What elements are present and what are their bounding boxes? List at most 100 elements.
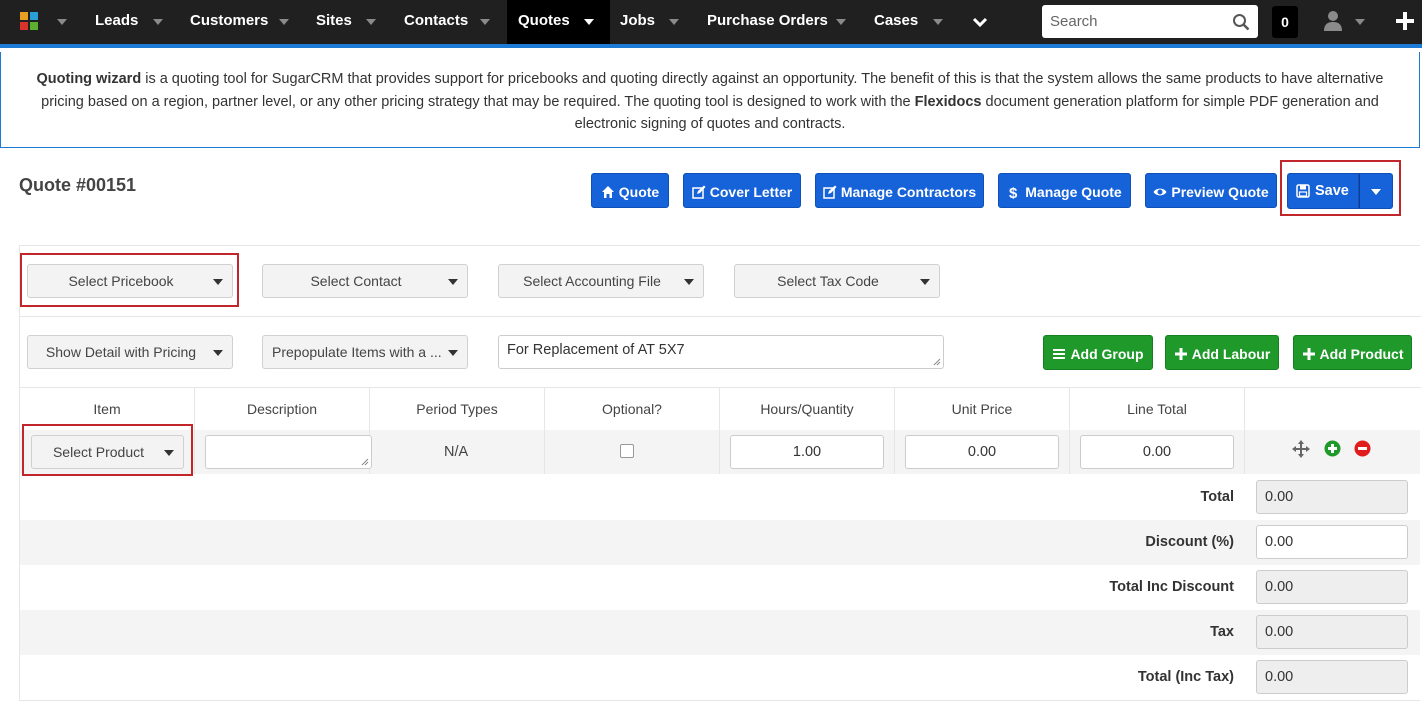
total-label: Total	[1200, 489, 1234, 505]
cover-letter-button[interactable]: Cover Letter	[683, 173, 801, 208]
line-total-input[interactable]: 0.00	[1080, 435, 1234, 469]
description-input[interactable]	[205, 435, 372, 469]
select-value: Select Accounting File	[523, 273, 661, 289]
search-input[interactable]	[1042, 5, 1226, 38]
notification-count-badge[interactable]: 0	[1272, 6, 1298, 38]
chevron-down-icon	[684, 279, 694, 285]
user-avatar-icon[interactable]	[1323, 10, 1343, 32]
resize-handle-icon[interactable]	[933, 358, 941, 366]
info-bold-product: Quoting wizard	[36, 71, 142, 87]
manage-quote-button[interactable]: $ Manage Quote	[998, 173, 1131, 208]
notes-value: For Replacement of AT 5X7	[507, 342, 685, 358]
chevron-down-icon	[213, 350, 223, 356]
quantity-input[interactable]: 1.00	[730, 435, 884, 469]
eye-icon	[1153, 188, 1167, 196]
add-group-button[interactable]: Add Group	[1043, 335, 1153, 370]
nav-item-sites[interactable]: Sites	[302, 0, 390, 44]
totals-row-discount: Discount (%) 0.00	[20, 520, 1420, 565]
svg-text:$: $	[1009, 185, 1018, 199]
plus-icon[interactable]	[1395, 11, 1415, 31]
nav-item-label: Purchase Orders	[707, 12, 828, 29]
total-inc-discount-value: 0.00	[1256, 570, 1408, 604]
add-row-icon[interactable]	[1324, 440, 1341, 457]
nav-item-leads[interactable]: Leads	[80, 0, 170, 44]
page-title: Quote #00151	[19, 175, 137, 195]
nav-item-customers[interactable]: Customers	[175, 0, 300, 44]
plus-icon	[1302, 348, 1315, 361]
total-inc-discount-label: Total Inc Discount	[1109, 579, 1234, 595]
quote-button[interactable]: Quote	[591, 173, 669, 208]
button-label: Quote	[618, 183, 660, 200]
tax-code-select[interactable]: Select Tax Code	[734, 264, 940, 298]
chevron-down-icon[interactable]	[836, 19, 846, 25]
prepopulate-select[interactable]: Prepopulate Items with a ...	[262, 335, 468, 369]
app-logo-icon[interactable]	[18, 10, 46, 34]
nav-item-label: Contacts	[404, 12, 469, 29]
nav-item-label: Sites	[316, 12, 352, 29]
column-divider	[719, 388, 720, 474]
highlight-save	[1280, 160, 1401, 216]
manage-contractors-button[interactable]: Manage Contractors	[815, 173, 984, 208]
add-product-button[interactable]: Add Product	[1293, 335, 1412, 370]
button-label: Add Group	[1070, 345, 1144, 362]
optional-checkbox[interactable]	[620, 444, 634, 458]
detail-mode-select[interactable]: Show Detail with Pricing	[27, 335, 233, 369]
button-label: Preview Quote	[1171, 183, 1269, 200]
edit-icon	[692, 185, 706, 200]
button-label: Manage Contractors	[840, 183, 977, 200]
nav-item-purchase-orders[interactable]: Purchase Orders	[695, 0, 860, 44]
move-icon[interactable]	[1291, 439, 1311, 459]
totals-row-total-inc-discount: Total Inc Discount 0.00	[20, 565, 1420, 610]
global-search	[1042, 5, 1258, 38]
search-icon[interactable]	[1232, 13, 1250, 31]
discount-label: Discount (%)	[1145, 534, 1234, 550]
nav-item-label: Leads	[95, 12, 139, 29]
button-label: Cover Letter	[709, 183, 793, 200]
column-divider	[1244, 388, 1245, 474]
nav-item-contacts[interactable]: Contacts	[390, 0, 505, 44]
chevron-down-icon[interactable]	[480, 19, 490, 25]
total-inc-tax-label: Total (Inc Tax)	[1137, 669, 1234, 685]
chevron-down-icon	[448, 350, 458, 356]
add-labour-button[interactable]: Add Labour	[1165, 335, 1279, 370]
column-divider	[1069, 388, 1070, 474]
notes-textarea[interactable]: For Replacement of AT 5X7	[498, 335, 944, 369]
total-inc-tax-value: 0.00	[1256, 660, 1408, 694]
info-bold-flexidocs: Flexidocs	[914, 93, 982, 110]
highlight-pricebook	[20, 253, 239, 307]
nav-item-label: Jobs	[620, 12, 656, 29]
more-menu-chevron-icon[interactable]	[972, 14, 988, 30]
nav-item-quotes[interactable]: Quotes	[507, 0, 610, 44]
nav-item-label: Cases	[874, 12, 919, 29]
column-header-period-types: Period Types	[416, 401, 498, 417]
totals-row-total-inc-tax: Total (Inc Tax) 0.00	[20, 655, 1420, 700]
top-navbar: Leads Customers Sites Contacts Quotes Jo…	[0, 0, 1422, 48]
period-type-value: N/A	[444, 444, 469, 460]
list-icon	[1053, 349, 1066, 360]
nav-item-jobs[interactable]: Jobs	[610, 0, 695, 44]
chevron-down-icon	[920, 279, 930, 285]
edit-icon	[823, 185, 837, 200]
user-menu-caret-icon[interactable]	[1355, 19, 1365, 25]
tax-label: Tax	[1210, 624, 1234, 640]
button-label: Add Labour	[1191, 345, 1271, 362]
chevron-down-icon[interactable]	[153, 19, 163, 25]
preview-quote-button[interactable]: Preview Quote	[1145, 173, 1277, 208]
resize-handle-icon[interactable]	[361, 458, 369, 466]
chevron-down-icon[interactable]	[584, 19, 594, 25]
column-header-unit-price: Unit Price	[951, 401, 1013, 417]
unit-price-input[interactable]: 0.00	[905, 435, 1059, 469]
chevron-down-icon[interactable]	[669, 19, 679, 25]
chevron-down-icon[interactable]	[279, 19, 289, 25]
accounting-file-select[interactable]: Select Accounting File	[498, 264, 704, 298]
chevron-down-icon[interactable]	[366, 19, 376, 25]
nav-item-cases[interactable]: Cases	[860, 0, 960, 44]
discount-input[interactable]: 0.00	[1256, 525, 1408, 559]
contact-select[interactable]: Select Contact	[262, 264, 468, 298]
apps-menu-caret-icon[interactable]	[57, 19, 67, 25]
select-value: Select Tax Code	[777, 273, 879, 289]
chevron-down-icon[interactable]	[933, 19, 943, 25]
column-header-description: Description	[246, 401, 318, 417]
remove-row-icon[interactable]	[1354, 440, 1371, 457]
home-icon	[601, 186, 614, 199]
